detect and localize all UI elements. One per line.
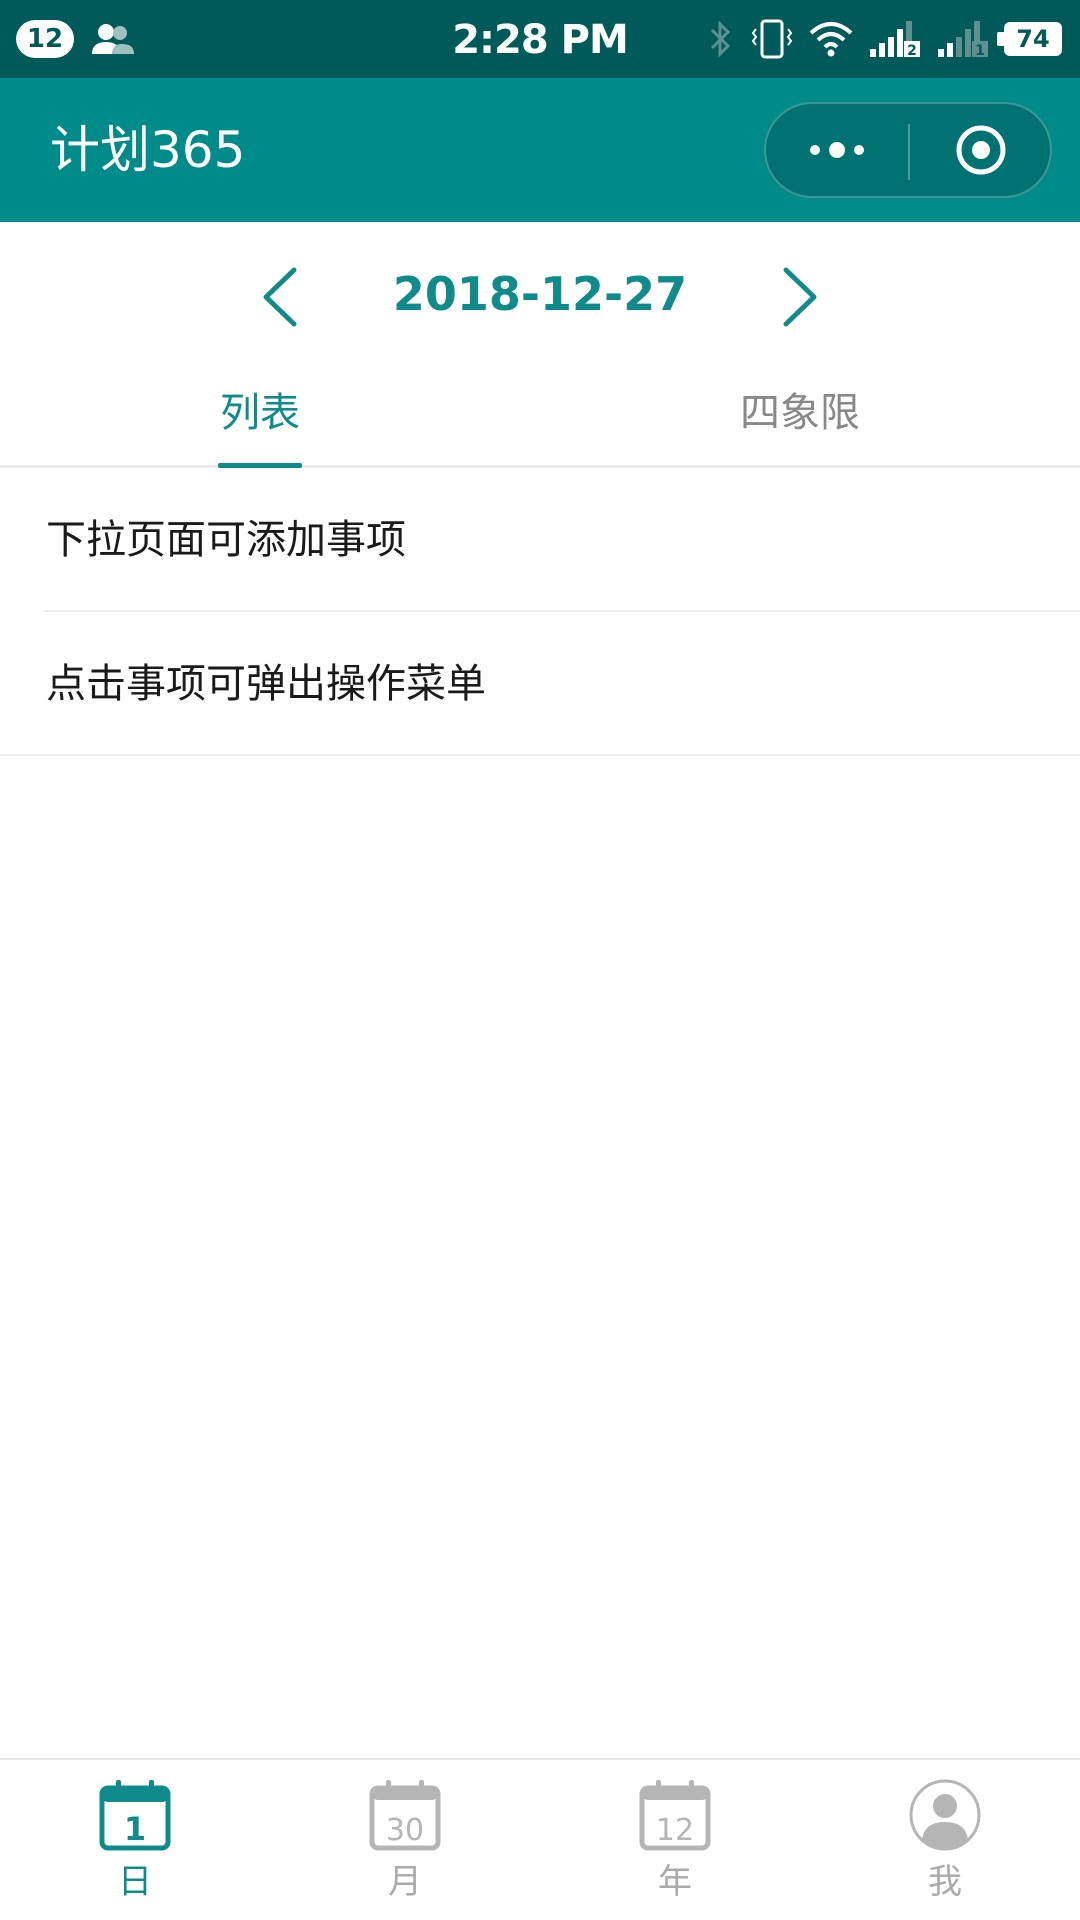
tabbar-item-day[interactable]: 1 日 bbox=[0, 1760, 270, 1920]
battery-indicator: 74 bbox=[997, 22, 1062, 56]
calendar-day-icon: 1 bbox=[99, 1780, 171, 1851]
chevron-right-icon bbox=[783, 267, 817, 327]
svg-text:2: 2 bbox=[907, 43, 917, 59]
close-mini-program-button[interactable] bbox=[910, 104, 1052, 196]
view-tabs: 列表 四象限 bbox=[0, 370, 1080, 468]
signal-sim2-icon: 2 bbox=[870, 21, 920, 59]
list-divider bbox=[0, 754, 1080, 756]
target-close-icon bbox=[956, 125, 1006, 175]
tabbar-label: 我 bbox=[928, 1862, 962, 1902]
mini-program-capsule bbox=[764, 102, 1052, 198]
svg-text:1: 1 bbox=[975, 43, 985, 59]
more-options-button[interactable] bbox=[766, 104, 908, 196]
status-icons: 2 1 74 bbox=[706, 16, 1062, 62]
signal-sim1-icon: 1 bbox=[938, 21, 988, 59]
tab-list-label: 列表 bbox=[220, 390, 300, 436]
list-item[interactable]: 下拉页面可添加事项 bbox=[0, 468, 1080, 612]
tabbar-label: 年 bbox=[658, 1862, 692, 1902]
tabbar-label: 日 bbox=[118, 1862, 152, 1902]
status-bar: 12 2:28 PM 2 1 74 bbox=[0, 0, 1080, 78]
vibrate-icon bbox=[751, 19, 793, 59]
user-avatar-icon bbox=[909, 1779, 981, 1851]
next-day-button[interactable] bbox=[770, 262, 830, 332]
clock-time: 2:28 PM bbox=[452, 17, 629, 63]
current-date[interactable]: 2018-12-27 bbox=[0, 264, 1080, 324]
nav-bar: 计划365 bbox=[0, 78, 1080, 222]
wifi-icon bbox=[809, 22, 853, 57]
page-title: 计划365 bbox=[50, 121, 246, 179]
task-list: 下拉页面可添加事项 点击事项可弹出操作菜单 bbox=[0, 468, 1080, 756]
tab-quadrant[interactable]: 四象限 bbox=[720, 380, 880, 468]
tabbar-item-month[interactable]: 30 月 bbox=[270, 1760, 540, 1920]
list-item-text: 点击事项可弹出操作菜单 bbox=[46, 661, 486, 707]
tabbar-label: 月 bbox=[388, 1862, 422, 1902]
list-item[interactable]: 点击事项可弹出操作菜单 bbox=[0, 612, 1080, 756]
tabbar-item-year[interactable]: 12 年 bbox=[540, 1760, 810, 1920]
calendar-year-number: 12 bbox=[656, 1813, 694, 1848]
calendar-day-number: 1 bbox=[124, 1810, 146, 1848]
tab-quadrant-label: 四象限 bbox=[740, 390, 860, 436]
calendar-month-icon: 30 bbox=[369, 1780, 441, 1851]
calendar-year-icon: 12 bbox=[639, 1780, 711, 1851]
tab-list[interactable]: 列表 bbox=[200, 380, 320, 468]
more-dots-icon bbox=[810, 142, 864, 158]
bluetooth-icon bbox=[710, 20, 731, 58]
bottom-tab-bar: 1 日 30 月 12 年 我 bbox=[0, 1758, 1080, 1920]
calendar-month-number: 30 bbox=[386, 1813, 424, 1848]
tabbar-item-me[interactable]: 我 bbox=[810, 1760, 1080, 1920]
date-navigator: 2018-12-27 bbox=[0, 222, 1080, 370]
list-item-text: 下拉页面可添加事项 bbox=[46, 517, 406, 563]
